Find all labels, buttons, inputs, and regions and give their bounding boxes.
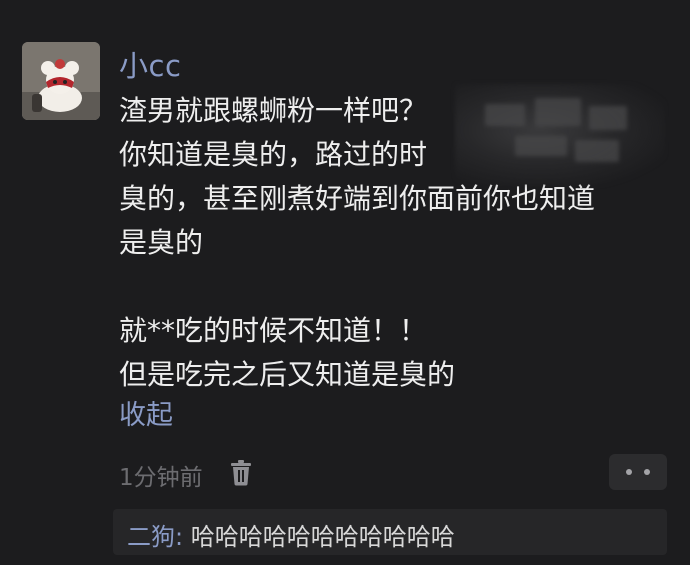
comment-blank-line: [119, 265, 669, 309]
redacted-blur: [455, 84, 665, 186]
comment-card: 小cc 渣男就跟螺蛳粉一样吧？ 你知道是臭的，路过的时 臭的，甚至刚煮好端到你面…: [0, 0, 690, 565]
trash-icon[interactable]: [230, 460, 252, 486]
reply-line: 二狗: 哈哈哈哈哈哈哈哈哈哈哈: [127, 517, 455, 552]
more-dots-icon: [626, 469, 632, 475]
reply-colon: :: [175, 523, 184, 551]
reply-text: 哈哈哈哈哈哈哈哈哈哈哈: [190, 523, 455, 551]
avatar[interactable]: [22, 42, 100, 120]
more-options-button[interactable]: [609, 454, 667, 490]
timestamp: 1分钟前: [119, 465, 203, 491]
comment-line: 就**吃的时候不知道！！: [119, 314, 428, 347]
more-dots-icon: [644, 469, 650, 475]
username[interactable]: 小cc: [119, 43, 181, 85]
comment-line: 但是吃完之后又知道是臭的: [119, 358, 456, 391]
reply-item[interactable]: 二狗: 哈哈哈哈哈哈哈哈哈哈哈: [113, 509, 667, 555]
reply-author[interactable]: 二狗: [127, 523, 175, 551]
comment-line: 是臭的: [119, 226, 204, 259]
collapse-button[interactable]: 收起: [119, 393, 173, 432]
